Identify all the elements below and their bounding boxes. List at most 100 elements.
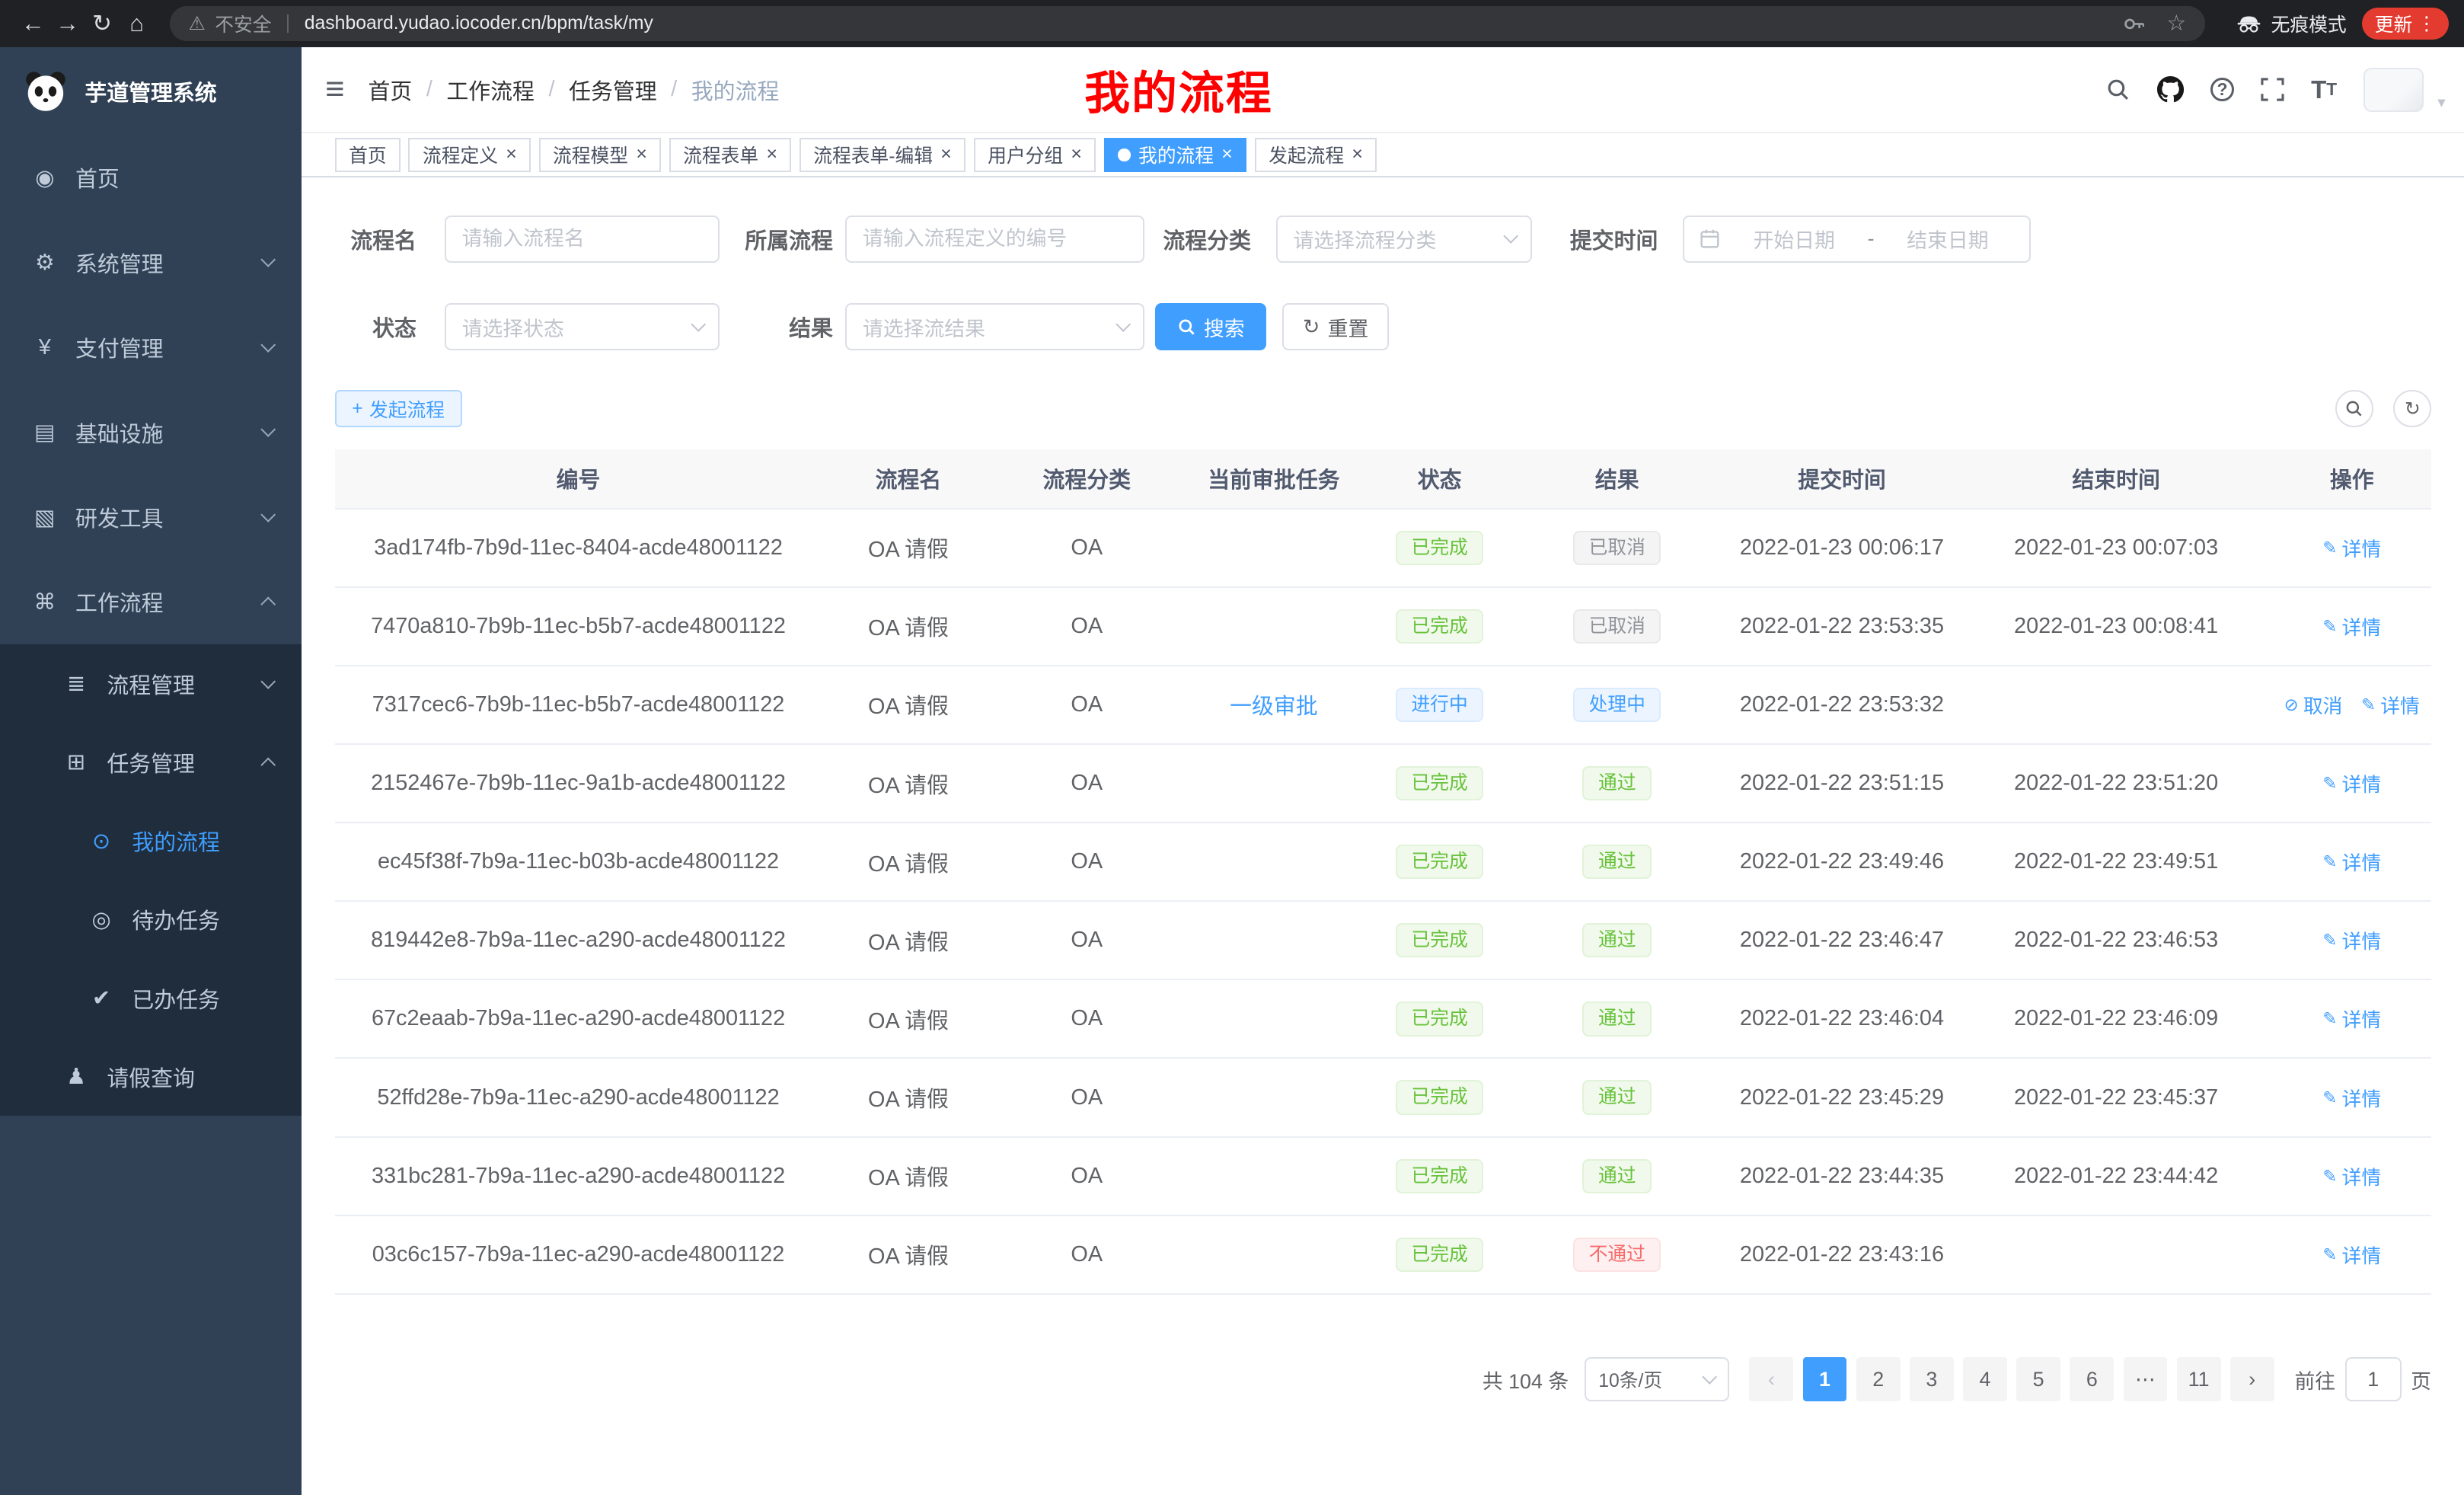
- sidebar-item-payment[interactable]: ¥ 支付管理: [0, 305, 302, 389]
- category-select[interactable]: 请选择流程分类: [1276, 216, 1532, 263]
- detail-button[interactable]: ✎详情: [2361, 691, 2420, 719]
- detail-button[interactable]: ✎详情: [2322, 926, 2381, 954]
- current-task-link[interactable]: 一级审批: [1230, 695, 1318, 719]
- page-button-1[interactable]: 1: [1803, 1357, 1847, 1401]
- chevron-down-icon: [260, 337, 276, 353]
- url-text[interactable]: dashboard.yudao.iocoder.cn/bpm/task/my: [305, 13, 653, 34]
- search-icon[interactable]: [2105, 77, 2130, 102]
- sidebar-item-home[interactable]: ◉ 首页: [0, 135, 302, 219]
- person-icon: ♟: [63, 1063, 90, 1090]
- detail-button[interactable]: ✎详情: [2322, 848, 2381, 876]
- goto-page-input[interactable]: [2345, 1357, 2402, 1401]
- github-icon[interactable]: [2157, 76, 2184, 103]
- toolbar-row: + 发起流程 ↻: [335, 390, 2431, 428]
- filter-row-2: 状态 请选择状态 结果 请选择流结果 搜索 ↻ 重置: [335, 303, 2431, 350]
- tab-process-form[interactable]: 流程表单×: [669, 138, 792, 172]
- more-pages-button[interactable]: ⋯: [2124, 1357, 2168, 1401]
- header-actions: ? TT ▾: [2105, 68, 2464, 112]
- submit-time-range-picker[interactable]: 开始日期 - 结束日期: [1683, 216, 2030, 263]
- address-bar[interactable]: ⚠ 不安全 dashboard.yudao.iocoder.cn/bpm/tas…: [170, 6, 2205, 40]
- close-icon[interactable]: ×: [1221, 145, 1232, 165]
- close-icon[interactable]: ×: [506, 145, 516, 165]
- avatar-caret-icon[interactable]: ▾: [2437, 93, 2445, 112]
- next-page-button[interactable]: ›: [2230, 1357, 2274, 1401]
- page-button-6[interactable]: 6: [2070, 1357, 2114, 1401]
- page-header: ≡ 首页 / 工作流程 / 任务管理 / 我的流程 我的流程 ?: [302, 47, 2464, 134]
- refresh-icon: ↻: [2405, 398, 2421, 420]
- home-icon[interactable]: ⌂: [120, 10, 154, 37]
- chevron-down-icon: [1503, 228, 1518, 244]
- tab-process-definition[interactable]: 流程定义×: [408, 138, 531, 172]
- search-button[interactable]: 搜索: [1155, 303, 1267, 350]
- process-definition-input[interactable]: [845, 216, 1144, 263]
- sidebar-item-system[interactable]: ⚙ 系统管理: [0, 220, 302, 305]
- detail-button[interactable]: ✎详情: [2322, 1084, 2381, 1112]
- detail-button[interactable]: ✎详情: [2322, 1005, 2381, 1033]
- page-button-2[interactable]: 2: [1856, 1357, 1901, 1401]
- create-process-button[interactable]: + 发起流程: [335, 390, 462, 428]
- tab-start-process[interactable]: 发起流程×: [1255, 138, 1377, 172]
- close-icon[interactable]: ×: [1352, 145, 1362, 165]
- tab-user-group[interactable]: 用户分组×: [974, 138, 1096, 172]
- process-name-input[interactable]: [445, 216, 720, 263]
- tab-process-model[interactable]: 流程模型×: [539, 138, 662, 172]
- toggle-search-button[interactable]: [2335, 390, 2373, 428]
- page-button-4[interactable]: 4: [1963, 1357, 2007, 1401]
- edit-icon: ✎: [2322, 1166, 2337, 1187]
- forward-icon[interactable]: →: [50, 10, 85, 37]
- detail-button[interactable]: ✎详情: [2322, 534, 2381, 562]
- close-icon[interactable]: ×: [636, 145, 646, 165]
- tab-home[interactable]: 首页: [335, 138, 401, 172]
- status-badge: 已完成: [1396, 923, 1483, 957]
- breadcrumb-task-management[interactable]: 任务管理: [569, 74, 657, 106]
- sidebar-item-leave-query[interactable]: ♟ 请假查询: [0, 1037, 302, 1116]
- sidebar-item-todo-tasks[interactable]: ◎ 待办任务: [0, 880, 302, 959]
- page-size-select[interactable]: 10条/页: [1585, 1357, 1729, 1401]
- result-select[interactable]: 请选择流结果: [845, 303, 1144, 350]
- tab-process-form-edit[interactable]: 流程表单-编辑×: [800, 138, 966, 172]
- sidebar-item-done-tasks[interactable]: ✔ 已办任务: [0, 959, 302, 1037]
- page-button-5[interactable]: 5: [2016, 1357, 2060, 1401]
- back-icon[interactable]: ←: [16, 10, 50, 37]
- refresh-table-button[interactable]: ↻: [2393, 390, 2431, 428]
- sidebar-item-devtools[interactable]: ▧ 研发工具: [0, 474, 302, 559]
- detail-button[interactable]: ✎详情: [2322, 612, 2381, 640]
- detail-button[interactable]: ✎详情: [2322, 1241, 2381, 1269]
- page-button-3[interactable]: 3: [1910, 1357, 1954, 1401]
- kebab-menu-icon[interactable]: ⋮: [2417, 12, 2436, 35]
- breadcrumb-home[interactable]: 首页: [368, 74, 412, 106]
- update-button[interactable]: 更新 ⋮: [2362, 8, 2448, 39]
- process-id: 03c6c157-7b9a-11ec-a290-acde48001122: [335, 1215, 822, 1294]
- status-select[interactable]: 请选择状态: [445, 303, 720, 350]
- page-annotation: 我的流程: [1084, 57, 1273, 123]
- avatar[interactable]: [2363, 68, 2423, 112]
- reload-icon[interactable]: ↻: [85, 10, 119, 37]
- process-definition-label: 所属流程: [745, 223, 833, 255]
- page-button-11[interactable]: 11: [2177, 1357, 2221, 1401]
- sidebar-item-process-management[interactable]: ≣ 流程管理: [0, 644, 302, 723]
- key-icon[interactable]: [2123, 13, 2145, 35]
- hamburger-icon[interactable]: ≡: [302, 71, 368, 108]
- detail-button[interactable]: ✎详情: [2322, 1162, 2381, 1190]
- reset-button[interactable]: ↻ 重置: [1282, 303, 1389, 350]
- prev-page-button[interactable]: ‹: [1749, 1357, 1793, 1401]
- devtools-icon: ▧: [31, 504, 58, 531]
- sidebar-item-workflow[interactable]: ⌘ 工作流程: [0, 560, 302, 644]
- column-header-id: 编号: [335, 449, 822, 508]
- close-icon[interactable]: ×: [940, 145, 951, 165]
- close-icon[interactable]: ×: [766, 145, 777, 165]
- sidebar-item-my-process[interactable]: ⊙ 我的流程: [0, 802, 302, 880]
- sidebar-item-infrastructure[interactable]: ▤ 基础设施: [0, 390, 302, 474]
- sidebar-item-task-management[interactable]: ⊞ 任务管理: [0, 723, 302, 801]
- cancel-button[interactable]: ⊘取消: [2284, 691, 2343, 719]
- help-icon[interactable]: ?: [2210, 78, 2234, 101]
- breadcrumb-workflow[interactable]: 工作流程: [446, 74, 535, 106]
- bookmark-star-icon[interactable]: ☆: [2166, 10, 2186, 37]
- fullscreen-icon[interactable]: [2261, 78, 2284, 101]
- security-label[interactable]: 不安全: [215, 10, 271, 37]
- process-id: 7470a810-7b9b-11ec-b5b7-acde48001122: [335, 587, 822, 666]
- detail-button[interactable]: ✎详情: [2322, 769, 2381, 797]
- font-size-icon[interactable]: TT: [2311, 75, 2337, 104]
- close-icon[interactable]: ×: [1071, 145, 1081, 165]
- tab-my-process[interactable]: 我的流程×: [1104, 138, 1247, 172]
